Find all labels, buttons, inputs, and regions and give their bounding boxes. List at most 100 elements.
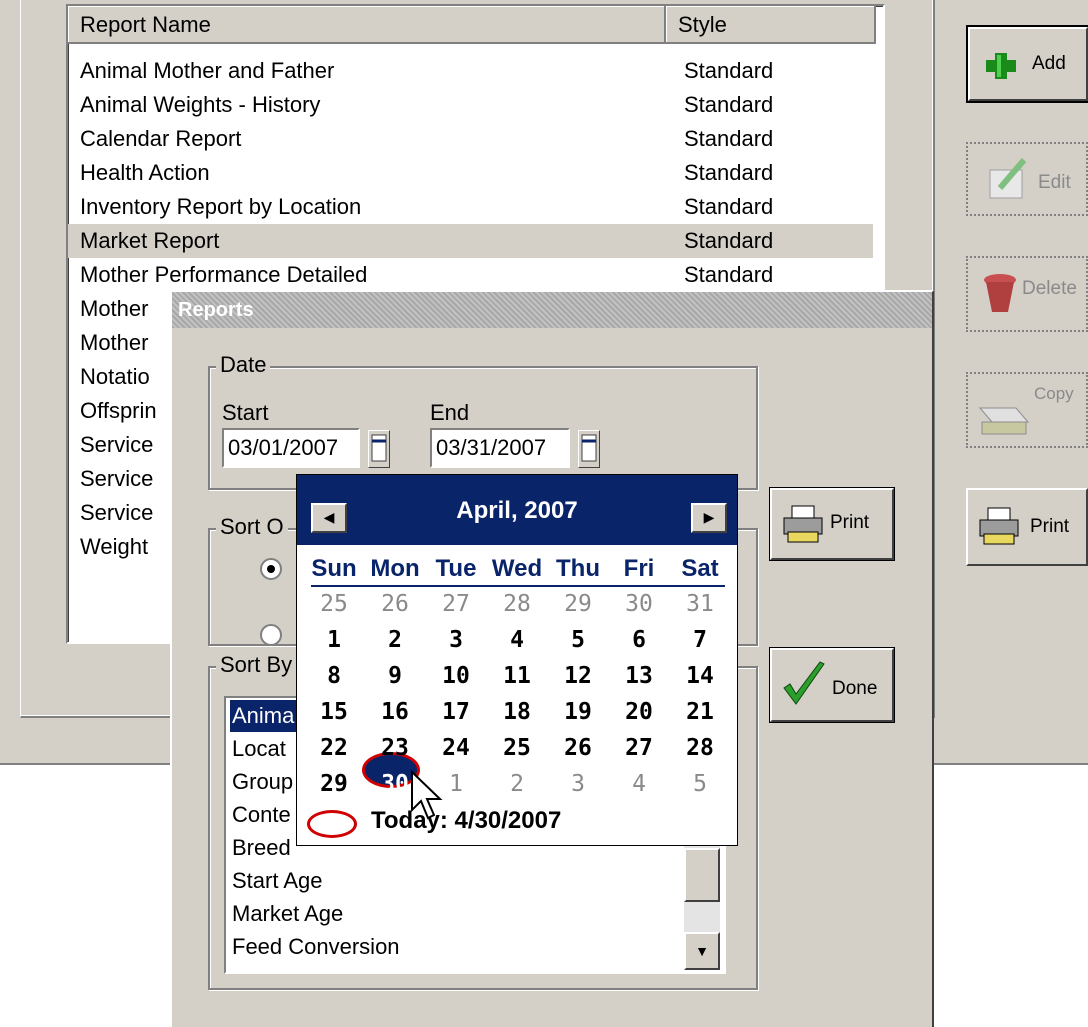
calendar-day[interactable]: 27 (610, 735, 668, 761)
calendar-day[interactable]: 10 (427, 663, 485, 689)
calendar-day[interactable]: 30 (610, 591, 668, 617)
calendar-day[interactable]: 12 (549, 663, 607, 689)
calendar-popup[interactable]: ◀ April, 2007 ▶ Sun Mon Tue Wed Thu Fri Sat 25… (296, 474, 738, 846)
scroll-down-arrow-icon[interactable]: ▼ (684, 932, 720, 970)
calendar-day[interactable]: 2 (366, 627, 424, 653)
end-calendar-button[interactable] (578, 430, 600, 468)
calendar-day[interactable]: 21 (671, 699, 729, 725)
calendar-day[interactable]: 6 (610, 627, 668, 653)
report-name-cell: Market Report (80, 228, 220, 253)
end-date-field[interactable]: 03/31/2007 (430, 428, 570, 468)
sort-by-item[interactable]: Market Age (230, 898, 682, 930)
next-month-arrow-icon[interactable]: ▶ (691, 503, 727, 533)
calendar-day[interactable]: 26 (366, 591, 424, 617)
calendar-day[interactable]: 28 (488, 591, 546, 617)
calendar-day[interactable]: 4 (610, 771, 668, 797)
calendar-day[interactable]: 22 (305, 735, 363, 761)
calendar-day[interactable]: 24 (427, 735, 485, 761)
report-row[interactable]: Animal Weights - History Standard (68, 88, 873, 122)
copy-button[interactable]: Copy (966, 372, 1088, 448)
scrollbar-thumb[interactable] (684, 848, 720, 902)
calendar-day[interactable]: 20 (610, 699, 668, 725)
calendar-day[interactable]: 28 (671, 735, 729, 761)
calendar-day[interactable]: 11 (488, 663, 546, 689)
start-calendar-button[interactable] (368, 430, 390, 468)
calendar-day[interactable]: 14 (671, 663, 729, 689)
plus-icon (986, 53, 1016, 79)
calendar-day[interactable]: 19 (549, 699, 607, 725)
calendar-day[interactable]: 3 (427, 627, 485, 653)
start-label: Start (222, 400, 269, 425)
today-link[interactable]: Today: 4/30/2007 (371, 807, 561, 835)
calendar-day[interactable]: 26 (549, 735, 607, 761)
done-label: Done (832, 678, 878, 699)
weekday-header: Sat (681, 555, 719, 582)
report-row[interactable]: Animal Mother and Father Standard (68, 54, 873, 88)
report-row[interactable]: Inventory Report by Location Standard (68, 190, 873, 224)
calendar-day[interactable]: 29 (549, 591, 607, 617)
calendar-day[interactable]: 1 (305, 627, 363, 653)
report-row[interactable]: Mother Performance Detailed Standard (68, 258, 873, 292)
edit-button[interactable]: Edit (966, 142, 1088, 216)
today-marker-circle (307, 810, 357, 838)
report-name-cell: Mother (80, 296, 149, 321)
calendar-day[interactable]: 5 (671, 771, 729, 797)
report-name-cell: Animal Weights - History (80, 92, 321, 117)
calendar-day[interactable]: 15 (305, 699, 363, 725)
sort-by-group-label: Sort By (216, 652, 297, 678)
calendar-icon (371, 434, 387, 462)
calendar-day[interactable]: 17 (427, 699, 485, 725)
report-row[interactable]: Market Report Standard (68, 224, 873, 258)
sort-by-item[interactable]: Feed Conversion (230, 931, 682, 963)
report-style-cell: Standard (684, 160, 774, 185)
delete-button-label: Delete (1022, 278, 1077, 299)
report-row[interactable]: Calendar Report Standard (68, 122, 873, 156)
calendar-day[interactable]: 25 (305, 591, 363, 617)
print-button[interactable]: Print (966, 488, 1088, 566)
calendar-day[interactable]: 25 (488, 735, 546, 761)
sort-by-item[interactable]: Start Age (230, 865, 682, 897)
calendar-day[interactable]: 23 (366, 735, 424, 761)
delete-button[interactable]: Delete (966, 256, 1088, 332)
calendar-day[interactable]: 29 (305, 771, 363, 797)
start-date-field[interactable]: 03/01/2007 (222, 428, 360, 468)
calendar-day[interactable]: 8 (305, 663, 363, 689)
calendar-icon (581, 434, 597, 462)
report-name-cell: Inventory Report by Location (80, 194, 362, 219)
edit-icon (989, 158, 1027, 199)
sort-order-radio-2[interactable] (260, 624, 282, 646)
calendar-day[interactable]: 16 (366, 699, 424, 725)
report-row[interactable]: Health Action Standard (68, 156, 873, 190)
column-header-report-name[interactable]: Report Name (68, 6, 666, 44)
calendar-day[interactable]: 13 (610, 663, 668, 689)
calendar-day[interactable]: 5 (549, 627, 607, 653)
dialog-title-bar[interactable]: Reports (172, 292, 932, 328)
edit-button-label: Edit (1038, 172, 1071, 193)
calendar-day[interactable]: 31 (671, 591, 729, 617)
calendar-day[interactable]: 4 (488, 627, 546, 653)
report-name-cell: Weight (80, 534, 149, 559)
weekday-header: Thu (556, 555, 600, 582)
report-name-cell: Calendar Report (80, 126, 242, 151)
report-style-cell: Standard (684, 194, 774, 219)
weekday-divider (311, 585, 725, 587)
sort-order-group-label: Sort O (216, 514, 288, 540)
copy-machine-icon (978, 407, 1030, 435)
calendar-day[interactable]: 7 (671, 627, 729, 653)
calendar-day[interactable]: 2 (488, 771, 546, 797)
calendar-day[interactable]: 18 (488, 699, 546, 725)
weekday-header: Wed (491, 555, 543, 582)
report-name-cell: Offsprin (80, 398, 157, 423)
calendar-day[interactable]: 27 (427, 591, 485, 617)
sort-order-radio-1[interactable] (260, 558, 282, 580)
dialog-print-button[interactable]: Print (769, 487, 895, 561)
weekday-header: Mon (370, 555, 420, 582)
weekday-header: Tue (435, 555, 477, 582)
report-style-cell: Standard (684, 262, 774, 287)
calendar-day[interactable]: 3 (549, 771, 607, 797)
calendar-day[interactable]: 9 (366, 663, 424, 689)
calendar-month-title: April, 2007 (456, 497, 578, 524)
done-button[interactable]: Done (769, 647, 895, 723)
add-button[interactable]: Add (966, 25, 1088, 103)
column-header-style[interactable]: Style (666, 6, 876, 44)
